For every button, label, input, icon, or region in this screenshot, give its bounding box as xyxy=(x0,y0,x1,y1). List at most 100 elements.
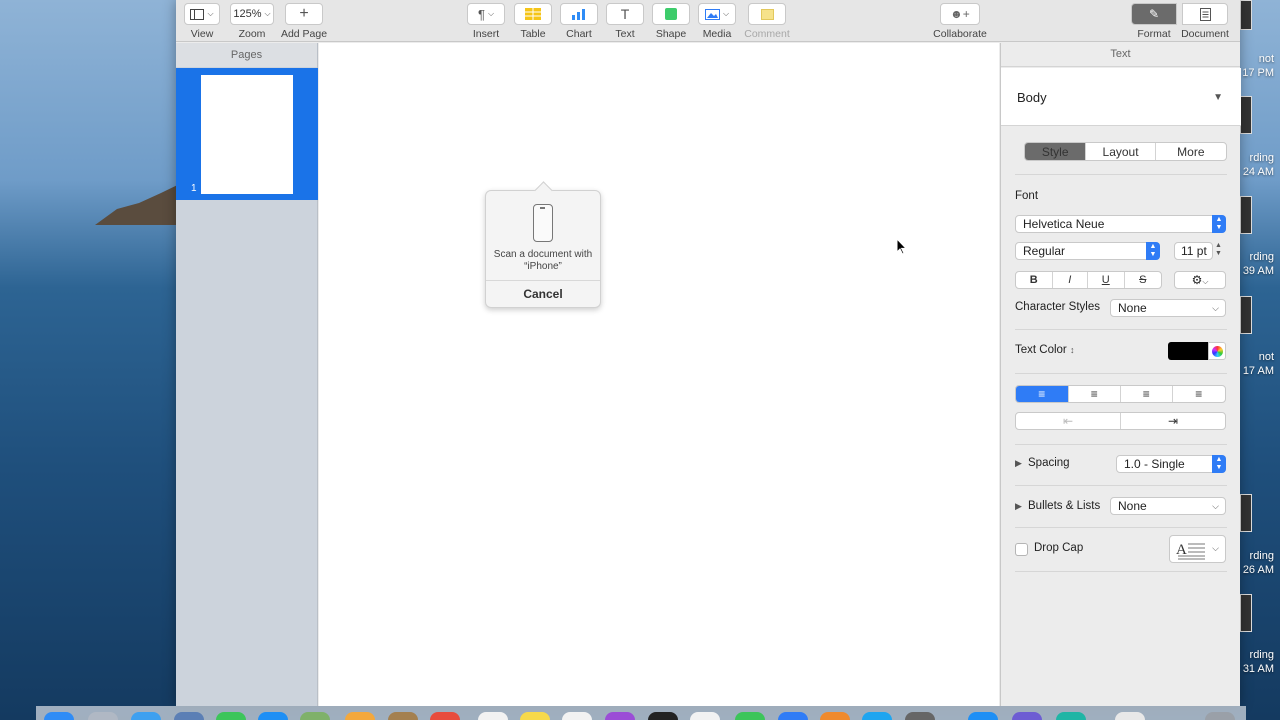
mail-icon[interactable] xyxy=(174,712,204,720)
format-control[interactable]: ✎ Format xyxy=(1130,0,1178,40)
facetime-icon[interactable] xyxy=(216,712,246,720)
app-icon[interactable] xyxy=(1012,712,1042,720)
text-color-label-text: Text Color xyxy=(1015,344,1067,356)
updown-chevron-icon: ▲ ▼ xyxy=(1146,242,1160,260)
font-family-select[interactable]: Helvetica Neue ▲ ▼ xyxy=(1015,215,1226,233)
align-left-button[interactable]: ≡ xyxy=(1016,386,1069,402)
drop-cap-style-button[interactable]: A ⌵ xyxy=(1169,535,1226,563)
desktop-file-label: rding xyxy=(1249,251,1274,263)
add-page-button[interactable]: + xyxy=(285,3,323,25)
align-center-button[interactable]: ≡ xyxy=(1069,386,1121,402)
desktop-file-thumbnail[interactable] xyxy=(1240,594,1252,632)
desktop-file-thumbnail[interactable] xyxy=(1240,296,1252,334)
numbers-icon[interactable] xyxy=(735,712,765,720)
document-control[interactable]: Document xyxy=(1178,0,1232,40)
page-number: 1 xyxy=(191,183,197,194)
text-control[interactable]: T Text xyxy=(606,0,644,40)
bullets-lists-label[interactable]: Bullets & Lists xyxy=(1028,500,1100,512)
increase-indent-button[interactable]: ⇥ xyxy=(1121,413,1225,429)
cancel-button[interactable]: Cancel xyxy=(486,287,600,301)
insert-control[interactable]: ¶ ⌵ Insert xyxy=(466,0,506,40)
desktop-file-thumbnail[interactable] xyxy=(1240,494,1252,532)
media-button[interactable]: ⌵ xyxy=(698,3,736,25)
strikethrough-button[interactable]: S xyxy=(1125,272,1161,288)
notes-icon[interactable] xyxy=(520,712,550,720)
reminders-icon[interactable] xyxy=(478,712,508,720)
text-button[interactable]: T xyxy=(606,3,644,25)
italic-button[interactable]: I xyxy=(1053,272,1089,288)
document-button[interactable] xyxy=(1182,3,1228,25)
document-folder-icon[interactable] xyxy=(1115,712,1145,720)
bullets-lists-select[interactable]: None ⌵ xyxy=(1110,497,1226,515)
zoom-control[interactable]: 125% ⌵ Zoom xyxy=(228,0,276,40)
launchpad-icon[interactable] xyxy=(88,712,118,720)
page-thumbnail-item[interactable]: 1 xyxy=(176,68,318,200)
messages-icon[interactable] xyxy=(258,712,288,720)
typeface-select[interactable]: Regular ▲ ▼ xyxy=(1015,242,1160,260)
align-right-button[interactable]: ≡ xyxy=(1121,386,1173,402)
justify-button[interactable]: ≡ xyxy=(1173,386,1225,402)
contacts-icon[interactable] xyxy=(388,712,418,720)
collaborate-button[interactable]: ☻+ xyxy=(940,3,980,25)
font-size-stepper[interactable]: ▲ ▼ xyxy=(1215,242,1222,258)
photos-icon[interactable] xyxy=(345,712,375,720)
zoom-value: 125% xyxy=(233,8,262,20)
shape-button[interactable] xyxy=(652,3,690,25)
news-icon[interactable] xyxy=(690,712,720,720)
color-wheel-button[interactable] xyxy=(1208,342,1226,360)
table-control[interactable]: Table xyxy=(514,0,552,40)
keynote-icon[interactable] xyxy=(778,712,808,720)
finder-icon[interactable] xyxy=(44,712,74,720)
chart-button[interactable] xyxy=(560,3,598,25)
chart-control[interactable]: Chart xyxy=(560,0,598,40)
desktop-file-thumbnail[interactable] xyxy=(1240,96,1252,134)
page-thumbnail[interactable] xyxy=(201,75,293,194)
insert-button[interactable]: ¶ ⌵ xyxy=(467,3,505,25)
podcasts-icon[interactable] xyxy=(605,712,635,720)
format-inspector: Text Body ▼ Style Layout More Font Helve… xyxy=(1000,43,1241,706)
text-color-label[interactable]: Text Color ↕ xyxy=(1015,344,1074,356)
drop-cap-checkbox[interactable] xyxy=(1015,543,1028,556)
document-canvas[interactable]: Scan a document with “iPhone” Cancel xyxy=(319,43,999,706)
maps-icon[interactable] xyxy=(300,712,330,720)
safari-icon[interactable] xyxy=(131,712,161,720)
decrease-indent-button[interactable]: ⇤ xyxy=(1016,413,1121,429)
comment-note-icon xyxy=(760,8,774,20)
spacing-label[interactable]: Spacing xyxy=(1028,457,1070,469)
desktop-file-thumbnail[interactable] xyxy=(1240,0,1252,30)
pages-app-icon[interactable] xyxy=(820,712,850,720)
format-button[interactable]: ✎ xyxy=(1131,3,1177,25)
disclosure-triangle-icon[interactable]: ▶ xyxy=(1015,458,1022,469)
text-color-well[interactable] xyxy=(1168,342,1208,360)
tab-style[interactable]: Style xyxy=(1025,143,1087,160)
app-store-icon[interactable] xyxy=(862,712,892,720)
desktop-file-label: not xyxy=(1258,351,1274,363)
paragraph-style-selector[interactable]: Body ▼ xyxy=(1001,68,1241,126)
font-size-field[interactable]: 11 pt xyxy=(1174,242,1213,260)
calendar-icon[interactable] xyxy=(430,712,460,720)
view-control[interactable]: ⌵ View xyxy=(182,0,222,40)
disclosure-triangle-icon[interactable]: ▶ xyxy=(1015,501,1022,512)
music-icon[interactable] xyxy=(562,712,592,720)
advanced-options-button[interactable]: ⚙⌵ xyxy=(1174,271,1226,289)
downloads-icon[interactable] xyxy=(968,712,998,720)
underline-button[interactable]: U xyxy=(1088,272,1125,288)
shape-control[interactable]: Shape xyxy=(652,0,690,40)
tab-layout[interactable]: Layout xyxy=(1086,143,1156,160)
collaborate-control[interactable]: ☻+ Collaborate xyxy=(928,0,992,40)
tab-more[interactable]: More xyxy=(1156,143,1226,160)
system-preferences-icon[interactable] xyxy=(905,712,935,720)
tv-icon[interactable] xyxy=(648,712,678,720)
character-styles-select[interactable]: None ⌵ xyxy=(1110,299,1226,317)
media-control[interactable]: ⌵ Media xyxy=(698,0,736,40)
add-page-control[interactable]: + Add Page xyxy=(280,0,328,40)
spacing-select[interactable]: 1.0 - Single ▲ ▼ xyxy=(1116,455,1226,473)
view-button[interactable]: ⌵ xyxy=(184,3,220,25)
trash-icon[interactable] xyxy=(1205,712,1235,720)
zoom-button[interactable]: 125% ⌵ xyxy=(230,3,274,25)
table-button[interactable] xyxy=(514,3,552,25)
bold-button[interactable]: B xyxy=(1016,272,1053,288)
desktop-file-thumbnail[interactable] xyxy=(1240,196,1252,234)
app-icon[interactable] xyxy=(1056,712,1086,720)
media-label: Media xyxy=(702,28,732,40)
